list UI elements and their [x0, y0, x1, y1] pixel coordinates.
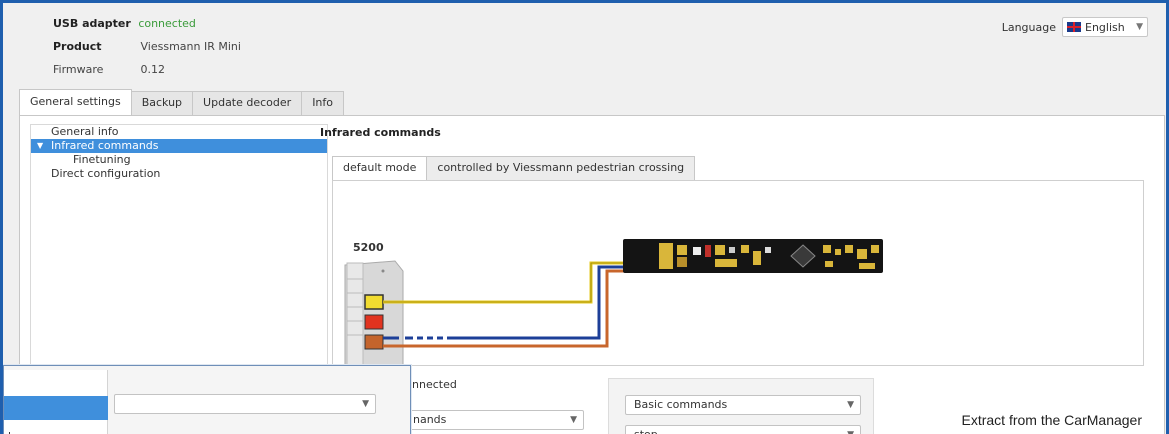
language-label: Language [1001, 20, 1056, 34]
language-selector: Language English ▼ [1002, 17, 1148, 37]
usb-adapter-row: USB adapter connected [53, 17, 196, 30]
combo-value: Basic commands [634, 398, 728, 411]
product-label: Product [53, 40, 102, 53]
wires [383, 261, 625, 348]
tab-backup[interactable]: Backup [130, 91, 194, 115]
popup-selected-row[interactable] [4, 396, 108, 420]
tab-info[interactable]: Info [301, 91, 345, 115]
command-set-combo[interactable]: nands ▼ [404, 410, 584, 430]
tab-update-decoder[interactable]: Update decoder [192, 91, 303, 115]
stop-combo[interactable]: stop ▼ [625, 425, 861, 434]
tree-item-finetuning[interactable]: Finetuning [31, 153, 327, 167]
popup-combo[interactable]: ▼ [114, 394, 376, 414]
tab-pedestrian-crossing[interactable]: controlled by Viessmann pedestrian cross… [426, 156, 696, 180]
inset-popup: ds ▼ [3, 365, 411, 434]
command-group: Basic commands ▼ stop ▼ [608, 378, 874, 434]
uk-flag-icon [1067, 22, 1081, 32]
app-window: USB adapter connected Product Viessmann … [0, 0, 1169, 434]
firmware-row: Firmware 0.12 [53, 63, 165, 76]
combo-value: nands [413, 413, 447, 426]
tree-item-direct-configuration[interactable]: Direct configuration [31, 167, 327, 181]
credit-caption: Extract from the CarManager [959, 412, 1144, 428]
group-label: nnected [412, 378, 457, 391]
product-value: Viessmann IR Mini [140, 40, 241, 53]
popup-list-item[interactable]: ds [4, 430, 17, 434]
tab-default-mode[interactable]: default mode [332, 156, 428, 180]
usb-adapter-label: USB adapter [53, 17, 131, 30]
main-tabs: General settings Backup Update decoder I… [19, 89, 345, 115]
decoder-board-icon [623, 239, 883, 273]
section-title: Infrared commands [320, 126, 441, 139]
expand-arrow-icon[interactable]: ▼ [37, 139, 43, 153]
basic-commands-combo[interactable]: Basic commands ▼ [625, 395, 861, 415]
product-row: Product Viessmann IR Mini [53, 40, 241, 53]
combo-value: stop [634, 428, 658, 434]
tree-item-general-info[interactable]: General info [31, 125, 327, 139]
chevron-down-icon: ▼ [362, 399, 369, 409]
language-dropdown[interactable]: English ▼ [1062, 17, 1148, 37]
firmware-value: 0.12 [140, 63, 166, 76]
usb-status: connected [138, 17, 196, 30]
wiring-diagram: 5200 [344, 239, 883, 367]
firmware-label: Firmware [53, 63, 104, 76]
popup-list: ds [4, 370, 108, 434]
chevron-down-icon: ▼ [847, 426, 854, 434]
chevron-down-icon: ▼ [1136, 22, 1143, 32]
chevron-down-icon: ▼ [570, 415, 577, 425]
tree-item-label: Infrared commands [51, 139, 159, 152]
wiring-panel: 5200 [332, 180, 1144, 367]
tab-general-settings[interactable]: General settings [19, 89, 132, 115]
device-number: 5200 [353, 241, 384, 254]
tree-item-infrared-commands[interactable]: ▼ Infrared commands [31, 139, 327, 153]
language-value: English [1085, 20, 1125, 34]
mode-tabs: default mode controlled by Viessmann ped… [332, 156, 696, 180]
signal-device-icon [344, 260, 404, 367]
chevron-down-icon: ▼ [847, 400, 854, 410]
